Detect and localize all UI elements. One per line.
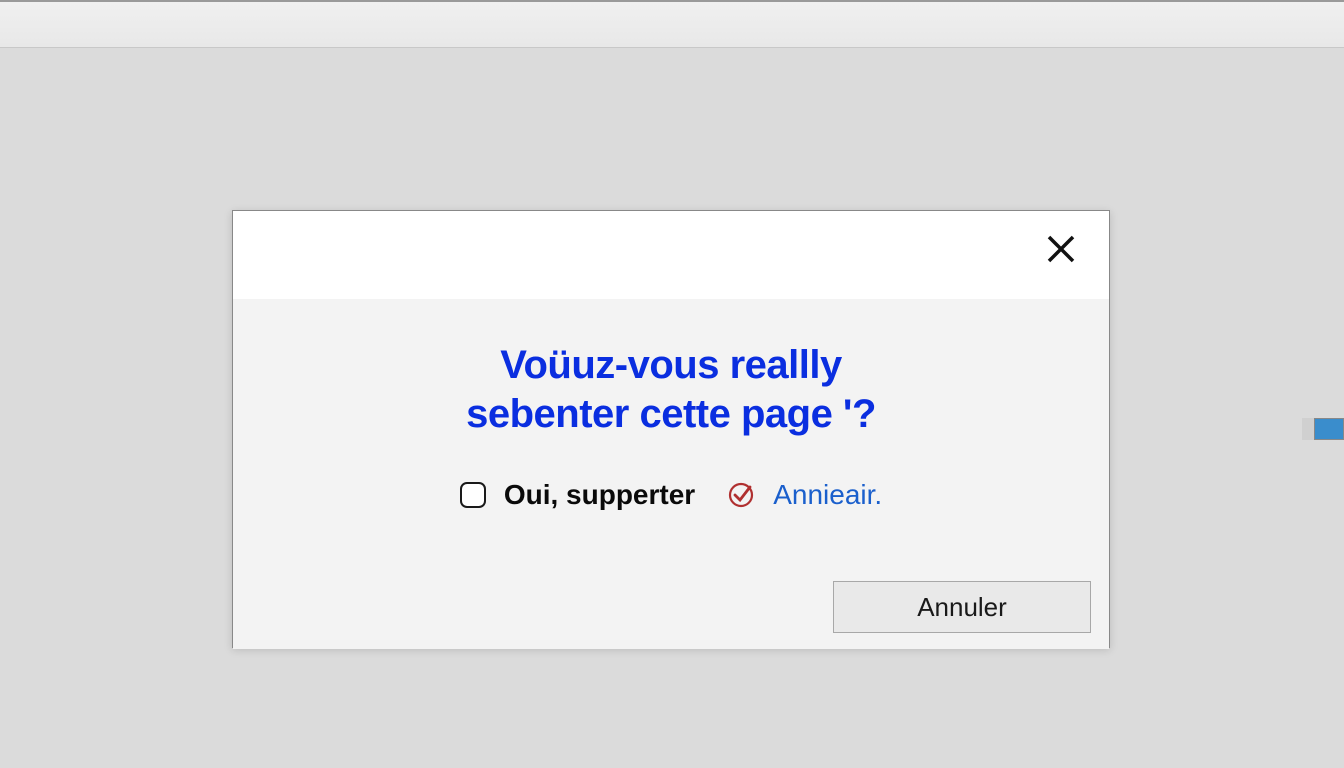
dialog-header [233, 211, 1109, 299]
option-annieair[interactable]: Annieair. [727, 479, 882, 511]
option-annieair-label: Annieair. [773, 479, 882, 511]
cancel-button[interactable]: Annuler [833, 581, 1091, 633]
checkbox-unchecked-icon[interactable] [460, 482, 486, 508]
scrollbar-thumb[interactable] [1314, 418, 1344, 440]
option-yes-label: Oui, supperter [504, 479, 695, 511]
options-row: Oui, supperter Annieair. [233, 479, 1109, 511]
window-titlebar [0, 0, 1344, 48]
dialog-title: Voüuz-vous reallly sebenter cette page '… [233, 341, 1109, 439]
dialog-title-line1: Voüuz-vous reallly [233, 341, 1109, 390]
dialog-title-line2: sebenter cette page '? [233, 390, 1109, 439]
checkmark-circle-icon[interactable] [727, 481, 755, 509]
option-yes[interactable]: Oui, supperter [460, 479, 695, 511]
dialog-body: Voüuz-vous reallly sebenter cette page '… [233, 299, 1109, 649]
confirmation-dialog: Voüuz-vous reallly sebenter cette page '… [232, 210, 1110, 648]
close-button[interactable] [1041, 229, 1081, 269]
dialog-footer: Annuler [833, 581, 1091, 633]
scrollbar-track[interactable] [1302, 418, 1314, 440]
close-icon [1045, 233, 1077, 265]
content-background: Voüuz-vous reallly sebenter cette page '… [0, 48, 1344, 768]
